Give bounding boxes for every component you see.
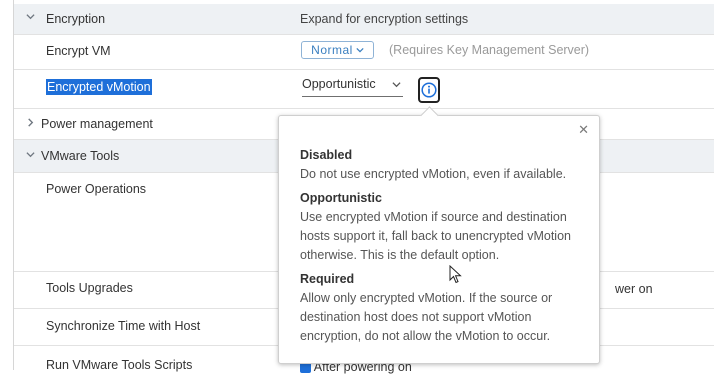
- sync-time-label: Synchronize Time with Host: [46, 319, 201, 333]
- row-encrypted-vmotion: Encrypted vMotion Opportunistic: [14, 70, 714, 109]
- popover-item-required: Required Allow only encrypted vMotion. I…: [300, 270, 590, 346]
- mouse-cursor-icon: [449, 264, 462, 287]
- popover-item-title: Opportunistic: [300, 191, 382, 205]
- chevron-right-icon[interactable]: [26, 118, 35, 130]
- section-encryption[interactable]: Encryption Expand for encryption setting…: [14, 4, 714, 35]
- encrypted-vmotion-label: Encrypted vMotion: [46, 79, 152, 95]
- chevron-down-icon[interactable]: [26, 12, 35, 24]
- vm-options-panel: Encryption Expand for encryption setting…: [0, 0, 714, 374]
- encrypt-vm-note: (Requires Key Management Server): [389, 43, 590, 57]
- encrypt-vm-label: Encrypt VM: [46, 44, 111, 58]
- row-encrypt-vm: Encrypt VM Normal (Requires Key Manageme…: [14, 35, 714, 70]
- info-icon: [421, 82, 437, 98]
- chevron-down-icon: [356, 47, 364, 53]
- close-icon[interactable]: ✕: [578, 122, 589, 138]
- chevron-down-icon[interactable]: [26, 150, 35, 162]
- encrypted-vmotion-select[interactable]: Opportunistic: [302, 77, 403, 97]
- encrypt-vm-value: Normal: [311, 43, 353, 57]
- tools-upgrades-value-fragment: wer on: [615, 282, 653, 296]
- popover-item-title: Required: [300, 272, 355, 286]
- popover-item-opportunistic: Opportunistic Use encrypted vMotion if s…: [300, 189, 590, 265]
- popover-item-text: Do not use encrypted vMotion, even if av…: [300, 167, 567, 181]
- tools-upgrades-label: Tools Upgrades: [46, 281, 133, 295]
- chevron-down-icon: [392, 82, 401, 88]
- popover-item-text: Allow only encrypted vMotion. If the sou…: [300, 291, 553, 343]
- section-encryption-label: Encryption: [46, 12, 106, 26]
- section-power-management-label: Power management: [41, 117, 153, 131]
- info-button[interactable]: [418, 77, 440, 103]
- info-popover: ✕ Disabled Do not use encrypted vMotion,…: [278, 106, 600, 364]
- section-vmware-tools-label: VMware Tools: [41, 149, 120, 163]
- popover-item-title: Disabled: [300, 148, 353, 162]
- power-operations-label: Power Operations: [46, 182, 147, 196]
- encrypted-vmotion-value: Opportunistic: [302, 77, 376, 91]
- encrypt-vm-select[interactable]: Normal: [301, 41, 374, 59]
- popover-item-text: Use encrypted vMotion if source and dest…: [300, 210, 571, 262]
- section-encryption-description: Expand for encryption settings: [300, 12, 469, 26]
- popover-item-disabled: Disabled Do not use encrypted vMotion, e…: [300, 146, 590, 184]
